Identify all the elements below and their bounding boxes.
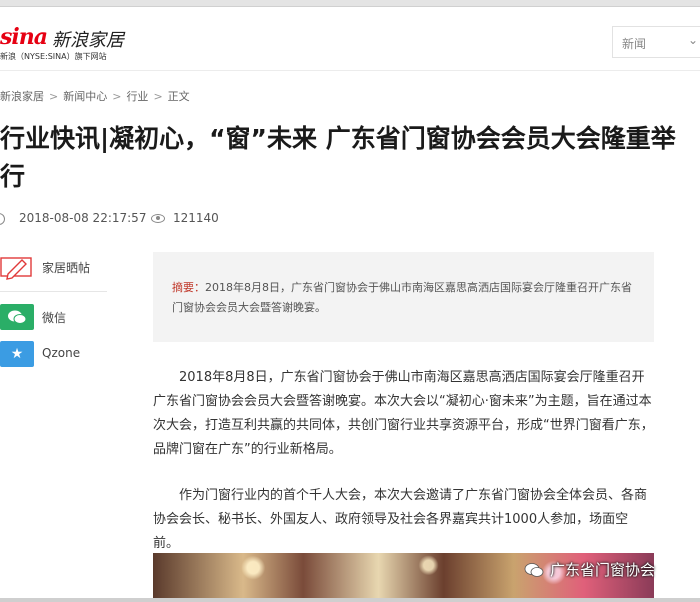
- clock-icon: [0, 213, 5, 225]
- logo-sina-wordmark: sina: [0, 24, 48, 50]
- watermark-text: 广东省门窗协会: [550, 561, 656, 579]
- eye-icon: [151, 214, 165, 223]
- wechat-icon: [524, 563, 544, 577]
- breadcrumb-item-current: 正文: [167, 90, 190, 103]
- article-paragraph: 2018年8月8日，广东省门窗协会于佛山市南海区嘉思高洒店国际宴会厅隆重召开广东…: [153, 370, 654, 457]
- breadcrumb-item-home[interactable]: 新浪家居: [0, 88, 44, 104]
- qzone-star-icon: ★: [0, 341, 34, 367]
- wechat-watermark: 广东省门窗协会: [524, 559, 655, 583]
- breadcrumb-separator: >: [49, 90, 59, 103]
- article-title: 行业快讯|凝初心，“窗”未来 广东省门窗协会会员大会隆重举行: [0, 124, 676, 191]
- pencil-icon: [0, 257, 32, 280]
- share-qzone-button[interactable]: ★ Qzone: [0, 341, 108, 367]
- header-divider: [0, 70, 700, 71]
- share-post-label: 家居晒帖: [42, 261, 91, 275]
- share-divider: [0, 291, 107, 292]
- breadcrumb-item-industry[interactable]: 行业: [126, 88, 148, 104]
- view-count: 121140: [173, 211, 219, 225]
- breadcrumb: 新浪家居 > 新闻中心 > 行业 > 正文: [0, 88, 190, 104]
- top-border: [0, 6, 700, 7]
- channel-select-label: 新闻: [622, 37, 647, 51]
- chevron-down-icon: ⌄: [688, 33, 699, 47]
- logo-site-name: 新浪家居: [52, 30, 124, 51]
- bottom-scrollbar[interactable]: [0, 598, 700, 602]
- breadcrumb-item-news[interactable]: 新闻中心: [63, 88, 107, 104]
- share-wechat-label: 微信: [42, 311, 67, 325]
- summary-text: 2018年8月8日，广东省门窗协会于佛山市南海区嘉思高洒店国际宴会厅隆重召开广东…: [172, 281, 632, 314]
- site-logo[interactable]: sina 新浪家居 新浪（NYSE:SINA）旗下网站: [0, 24, 140, 64]
- breadcrumb-separator: >: [153, 90, 163, 103]
- wechat-icon: [0, 304, 34, 330]
- article-paragraph: 作为门窗行业内的首个千人大会，本次大会邀请了广东省门窗协会全体会员、各商协会会长…: [153, 488, 648, 551]
- channel-select[interactable]: 新闻 ⌄: [612, 26, 700, 58]
- share-wechat-button[interactable]: 微信: [0, 304, 108, 330]
- logo-subtitle: 新浪（NYSE:SINA）旗下网站: [0, 52, 107, 61]
- publish-date: 2018-08-08 22:17:57: [19, 211, 147, 225]
- share-post-button[interactable]: 家居晒帖: [0, 254, 108, 280]
- share-qzone-label: Qzone: [42, 346, 81, 360]
- breadcrumb-separator: >: [112, 90, 122, 103]
- article-summary: 摘要：2018年8月8日，广东省门窗协会于佛山市南海区嘉思高洒店国际宴会厅隆重召…: [153, 252, 654, 342]
- summary-lead: 摘要：: [172, 281, 205, 294]
